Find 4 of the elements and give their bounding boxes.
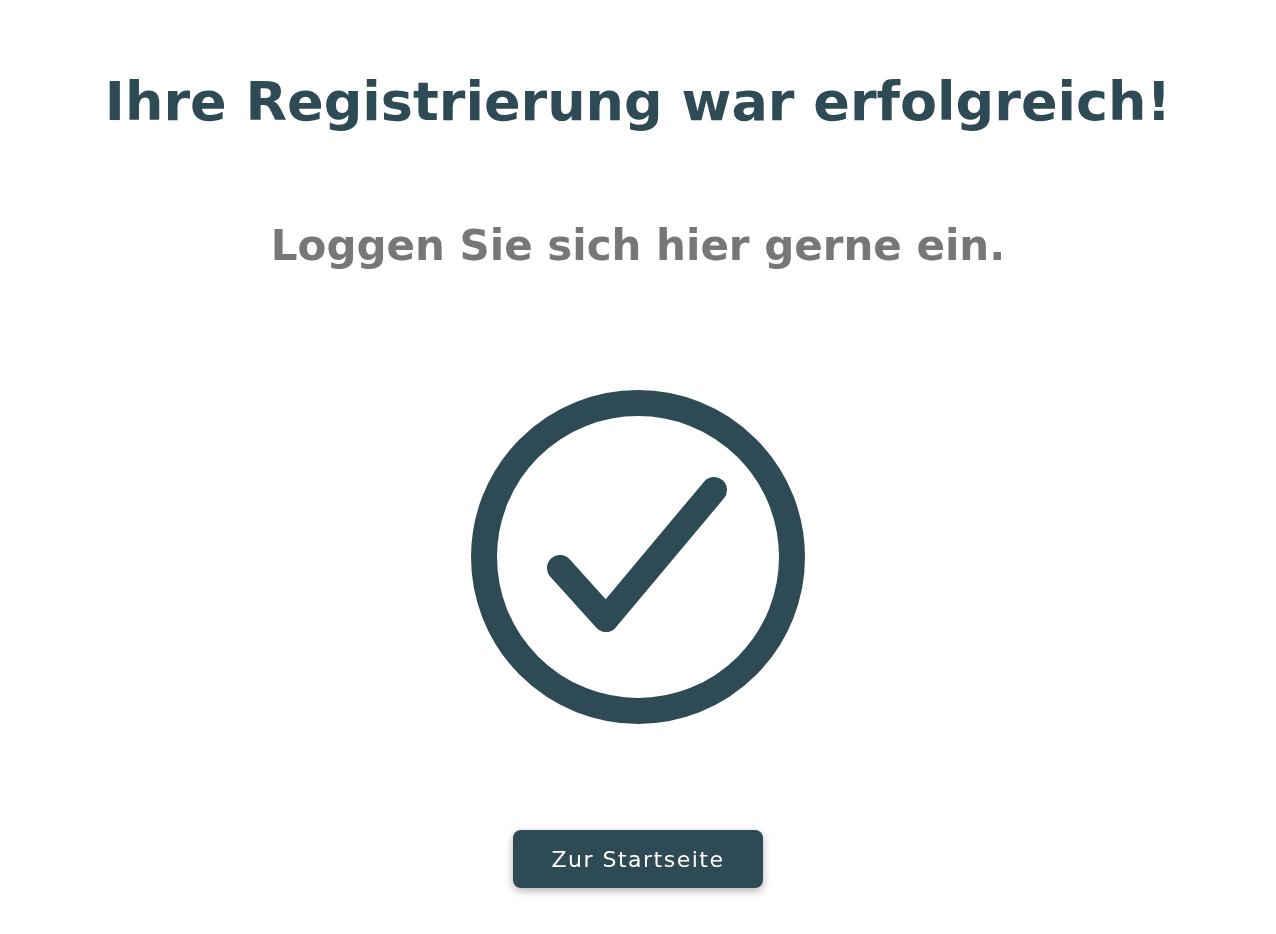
check-circle-icon <box>471 390 805 724</box>
home-button[interactable]: Zur Startseite <box>513 830 763 888</box>
login-prompt: Loggen Sie sich hier gerne ein. <box>270 221 1006 270</box>
page-title: Ihre Registrierung war erfolgreich! <box>104 70 1172 133</box>
